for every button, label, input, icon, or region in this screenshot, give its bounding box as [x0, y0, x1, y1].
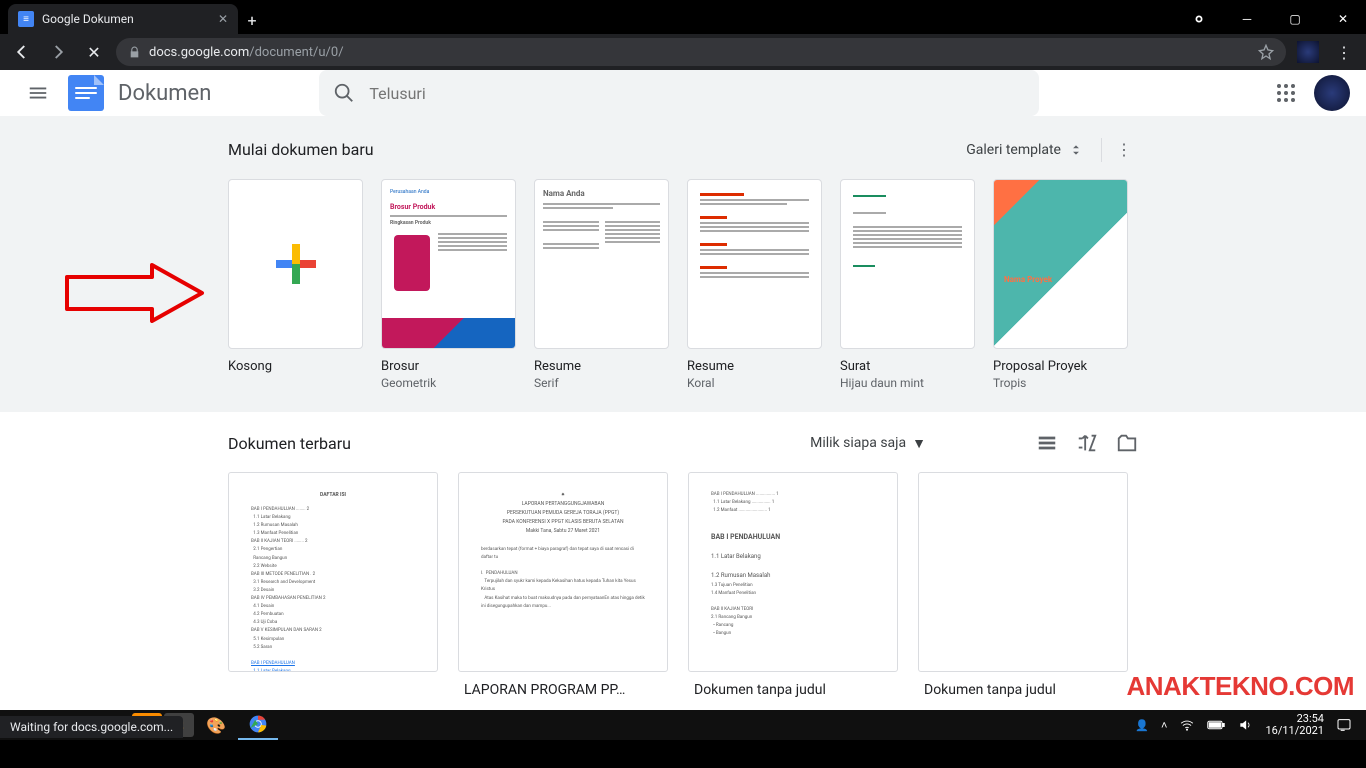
tray-volume-icon[interactable] [1237, 718, 1253, 732]
page-content: Dokumen Mulai dokumen baru Galeri templa… [0, 70, 1366, 710]
template-subtitle: Geometrik [381, 376, 516, 390]
tray-chevron-icon[interactable]: ˄ [1161, 719, 1167, 732]
google-apps-button[interactable] [1266, 73, 1306, 113]
recent-doc[interactable] [918, 472, 1128, 672]
doc-title: Dokumen tanpa judul [688, 682, 898, 698]
taskbar-app-paint[interactable]: 🎨 [196, 710, 236, 740]
tray-people-icon[interactable]: 👤 [1135, 719, 1149, 732]
tab-title: Google Dokumen [42, 12, 210, 26]
doc-title: Dokumen tanpa judul [918, 682, 1128, 698]
template-title: Brosur [381, 359, 516, 374]
template-proposal[interactable]: Nama Proyek [993, 179, 1128, 349]
template-title: Surat [840, 359, 975, 374]
taskbar-app-chrome[interactable] [238, 710, 278, 740]
forward-button[interactable] [44, 38, 72, 66]
stop-reload-button[interactable]: ✕ [80, 38, 108, 66]
url-input[interactable]: docs.google.com/document/u/0/ [116, 38, 1286, 66]
window-controls: ─ ▢ ✕ [1176, 4, 1366, 34]
owner-filter[interactable]: Milik siapa saja ▼ [810, 435, 926, 452]
sort-button[interactable] [1076, 432, 1098, 454]
minimize-button[interactable]: ─ [1224, 4, 1270, 34]
template-title: Resume [534, 359, 669, 374]
extension-icon[interactable] [1294, 38, 1322, 66]
template-subtitle: Tropis [993, 376, 1128, 390]
template-title: Resume [687, 359, 822, 374]
template-subtitle: Koral [687, 376, 822, 390]
watermark-text: ANAKTEKNO.COM [1127, 671, 1355, 702]
recent-heading: Dokumen terbaru [228, 434, 351, 453]
templates-heading: Mulai dokumen baru [228, 140, 374, 159]
tray-notifications-icon[interactable] [1336, 717, 1352, 733]
docs-logo-icon [68, 75, 104, 111]
gallery-label: Galeri template [966, 142, 1061, 158]
clock-date: 16/11/2021 [1265, 725, 1324, 737]
docs-header: Dokumen [0, 70, 1366, 116]
doc-title: LAPORAN PROGRAM PP… [458, 682, 668, 698]
template-gallery-button[interactable]: Galeri template [956, 135, 1093, 165]
template-surat[interactable] [840, 179, 975, 349]
templates-section: Mulai dokumen baru Galeri template ⋮ [0, 116, 1366, 412]
browser-status: Waiting for docs.google.com... [0, 716, 183, 738]
browser-tab[interactable]: ≡ Google Dokumen ✕ [8, 4, 238, 34]
bookmark-star-icon[interactable] [1258, 44, 1274, 60]
search-input[interactable] [369, 84, 1025, 103]
windows-taskbar: ⊞ S 🎨 👤 ˄ 23:54 16/11/2021 [0, 710, 1366, 740]
url-path: /document/u/0/ [249, 45, 343, 60]
plus-icon [276, 244, 316, 284]
template-brosur[interactable]: Perusahaan Anda Brosur Produk Ringkasan … [381, 179, 516, 349]
browser-titlebar: ≡ Google Dokumen ✕ + ─ ▢ ✕ [0, 0, 1366, 34]
template-resume-koral[interactable] [687, 179, 822, 349]
template-title: Proposal Proyek [993, 359, 1128, 374]
template-resume-serif[interactable]: Nama Anda [534, 179, 669, 349]
system-tray: 👤 ˄ 23:54 16/11/2021 [1135, 713, 1360, 737]
separator [1101, 138, 1102, 162]
templates-more-button[interactable]: ⋮ [1110, 134, 1138, 165]
browser-menu-button[interactable]: ⋮ [1330, 38, 1358, 66]
list-view-button[interactable] [1036, 432, 1058, 454]
badge-icon[interactable] [1176, 4, 1222, 34]
tab-close-button[interactable]: ✕ [218, 12, 228, 26]
search-box[interactable] [319, 70, 1039, 116]
file-picker-button[interactable] [1116, 432, 1138, 454]
tray-wifi-icon[interactable] [1179, 718, 1195, 732]
maximize-button[interactable]: ▢ [1272, 4, 1318, 34]
lock-icon [128, 46, 141, 59]
recent-doc[interactable]: ✷ LAPORAN PERTANGGUNGJAWABAN PERSEKUTUAN… [458, 472, 668, 672]
recent-doc[interactable]: BAB I PENDAHULUAN ................ 1 1.1… [688, 472, 898, 672]
back-button[interactable] [8, 38, 36, 66]
unfold-icon [1069, 141, 1083, 159]
chevron-down-icon: ▼ [912, 435, 926, 452]
product-name: Dokumen [118, 81, 211, 106]
new-tab-button[interactable]: + [238, 6, 266, 34]
template-title: Kosong [228, 359, 363, 374]
template-subtitle: Serif [534, 376, 669, 390]
main-menu-button[interactable] [16, 71, 60, 115]
tray-battery-icon[interactable] [1207, 719, 1225, 731]
docs-favicon: ≡ [18, 11, 34, 27]
close-window-button[interactable]: ✕ [1320, 4, 1366, 34]
owner-filter-label: Milik siapa saja [810, 435, 906, 451]
taskbar-clock[interactable]: 23:54 16/11/2021 [1265, 713, 1324, 737]
account-avatar[interactable] [1314, 75, 1350, 111]
recent-section: Dokumen terbaru Milik siapa saja ▼ DAFTA… [0, 412, 1366, 710]
url-host: docs.google.com [149, 45, 249, 60]
template-subtitle: Hijau daun mint [840, 376, 975, 390]
recent-doc[interactable]: DAFTAR ISI BAB I PENDAHULUAN ........ 2 … [228, 472, 438, 672]
search-icon [333, 82, 355, 104]
browser-address-bar: ✕ docs.google.com/document/u/0/ ⋮ [0, 34, 1366, 70]
template-blank[interactable] [228, 179, 363, 349]
